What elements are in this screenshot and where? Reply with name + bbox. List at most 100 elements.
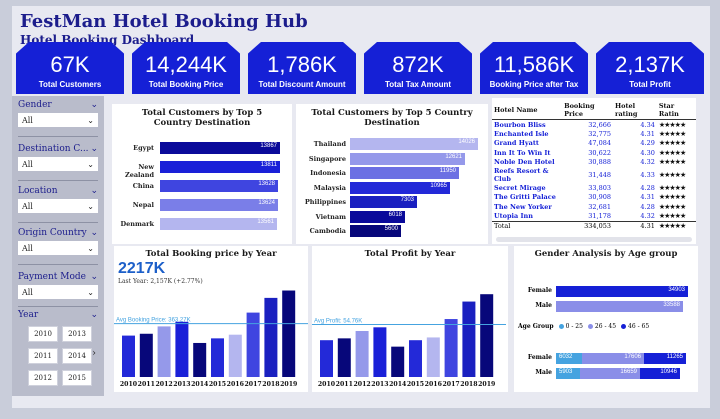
hotel-rating-cell: 4.33 (640, 171, 655, 179)
year-column[interactable] (264, 297, 278, 377)
table-row[interactable]: Utopia Inn 31,178 4.32 ★★★★★ (492, 212, 696, 222)
hotel-rating-cell: 4.31 (640, 193, 655, 202)
year-column[interactable] (122, 335, 135, 377)
gender-label: Female (527, 287, 552, 294)
chevron-down-icon[interactable]: ⌄ (90, 186, 98, 196)
chevron-down-icon[interactable]: ⌄ (90, 228, 98, 238)
year-column[interactable] (337, 338, 351, 377)
filter-dropdown[interactable]: All ⌄ (18, 285, 98, 299)
filter-dropdown[interactable]: All ⌄ (18, 241, 98, 255)
year-column[interactable] (193, 342, 207, 377)
segment-value: 5903 (559, 369, 573, 375)
year-column[interactable] (157, 326, 171, 377)
table-row[interactable]: Noble Den Hotel 30,888 4.32 ★★★★★ (492, 158, 696, 168)
legend-item[interactable]: 0 - 25 (558, 323, 583, 330)
filter-dropdown[interactable]: All ⌄ (18, 199, 98, 213)
age-group-segment[interactable]: 17606 (582, 353, 644, 364)
year-column[interactable] (228, 334, 242, 377)
origin-bar[interactable]: 13624 (160, 199, 278, 211)
chevron-down-icon[interactable]: ⌄ (90, 272, 98, 282)
destination-bar[interactable]: 11950 (350, 167, 459, 179)
table-row[interactable]: Bourbon Bliss 32,666 4.34 ★★★★★ (492, 120, 696, 130)
booking-price-cell: 32,666 (588, 120, 612, 129)
destination-bar[interactable]: 5600 (350, 225, 401, 237)
year-column[interactable] (320, 340, 333, 377)
year-column[interactable] (355, 331, 369, 377)
chevron-down-icon[interactable]: ⌄ (90, 310, 98, 320)
table-row[interactable]: Enchanted Isle 32,775 4.31 ★★★★★ (492, 129, 696, 139)
age-group-segment[interactable]: 10946 (640, 368, 680, 379)
table-row[interactable]: Reefs Resort & Club 31,448 4.33 ★★★★★ (492, 167, 696, 183)
year-column[interactable] (246, 312, 260, 377)
year-option[interactable]: 2014 (62, 348, 92, 364)
year-option[interactable]: 2015 (62, 370, 92, 386)
age-group-segment[interactable]: 11265 (644, 353, 686, 364)
profit-chart-title: Total Profit by Year (364, 249, 456, 259)
table-row[interactable]: Secret Mirage 33,803 4.28 ★★★★★ (492, 183, 696, 193)
filter-dropdown[interactable]: All ⌄ (18, 113, 98, 127)
chevron-down-icon: ⌄ (87, 243, 94, 253)
year-column[interactable] (480, 294, 494, 377)
destination-bar[interactable]: 14026 (350, 138, 478, 150)
year-column[interactable] (391, 346, 405, 377)
destination-bar[interactable]: 12621 (350, 152, 465, 165)
kpi-value: 1,786K (267, 52, 337, 77)
origin-bar[interactable]: 13561 (160, 218, 277, 230)
year-column[interactable] (444, 319, 458, 377)
table-row[interactable]: Grand Hyatt 47,084 4.29 ★★★★★ (492, 139, 696, 149)
year-option[interactable]: 2013 (62, 326, 92, 342)
origin-bar[interactable]: 13628 (160, 180, 278, 192)
booking-chart-panel: Total Booking price by Year 2010 2011 2012… (114, 246, 308, 392)
table-header[interactable]: Booking Price (562, 101, 614, 120)
destination-country-label: Thailand (313, 140, 346, 148)
hotel-name-cell: Reefs Resort & Club (494, 167, 549, 183)
chevron-down-icon[interactable]: ⌄ (90, 100, 98, 110)
filter-value: All (22, 159, 33, 169)
year-column[interactable] (282, 290, 296, 377)
table-header[interactable]: Hotel Name (492, 101, 563, 120)
year-option[interactable]: 2011 (28, 348, 58, 364)
hotel-table-panel: Hotel Name Booking Price Hotel rating Star … (492, 98, 696, 244)
age-group-segment[interactable]: 16659 (580, 368, 640, 379)
legend-item[interactable]: 26 - 45 (587, 323, 616, 330)
year-column[interactable] (175, 321, 189, 377)
table-row[interactable]: The New Yorker 32,681 4.28 ★★★★★ (492, 202, 696, 212)
hotel-rating-cell: 4.29 (640, 139, 655, 148)
age-group-segment[interactable]: 5903 (556, 368, 580, 379)
origin-country-label: New Zealand (124, 163, 154, 179)
filter-dropdown[interactable]: All ⌄ (18, 157, 98, 171)
year-option[interactable]: 2012 (28, 370, 58, 386)
gender-bar[interactable]: 34903 (556, 286, 688, 297)
origin-bar[interactable]: 13811 (160, 161, 280, 173)
hotel-rating-cell: 4.28 (640, 202, 655, 211)
year-column[interactable] (426, 337, 440, 377)
year-column[interactable] (211, 338, 224, 377)
destination-bar[interactable]: 6018 (350, 210, 405, 223)
year-option[interactable]: 2010 (28, 326, 58, 342)
destination-bar[interactable]: 7303 (350, 196, 417, 208)
filter-value: All (22, 243, 33, 253)
destination-bar[interactable]: 10965 (350, 181, 450, 194)
table-row[interactable]: The Gritti Palace 30,908 4.31 ★★★★★ (492, 193, 696, 203)
legend-item[interactable]: 46 - 65 (621, 323, 649, 330)
year-column[interactable] (139, 333, 153, 377)
table-header[interactable]: Hotel rating (613, 101, 657, 120)
hotel-name-cell: The New Yorker (494, 202, 552, 211)
chevron-right-icon[interactable]: › (92, 348, 96, 359)
origin-bar[interactable]: 13867 (160, 142, 280, 154)
year-axis-label: 2013 (173, 381, 190, 388)
filter-label: Payment Mode (18, 272, 86, 282)
year-column[interactable] (462, 301, 476, 377)
kpi-card: 872K Total Tax Amount (364, 42, 472, 94)
total-rating: 4.31 (640, 222, 655, 230)
year-column[interactable] (409, 340, 422, 377)
gender-bar[interactable]: 33588 (556, 301, 683, 312)
table-row[interactable]: Inn It To Win It 30,622 4.30 ★★★★★ (492, 148, 696, 158)
year-column[interactable] (373, 327, 387, 377)
origin-bar-value: 13811 (260, 162, 277, 168)
chevron-down-icon[interactable]: ⌄ (90, 144, 98, 154)
table-scrollbar[interactable] (496, 237, 692, 242)
table-header[interactable]: Star Ratin (656, 101, 696, 120)
age-group-segment[interactable]: 6032 (556, 353, 582, 364)
origin-bar-value: 13624 (258, 200, 275, 206)
